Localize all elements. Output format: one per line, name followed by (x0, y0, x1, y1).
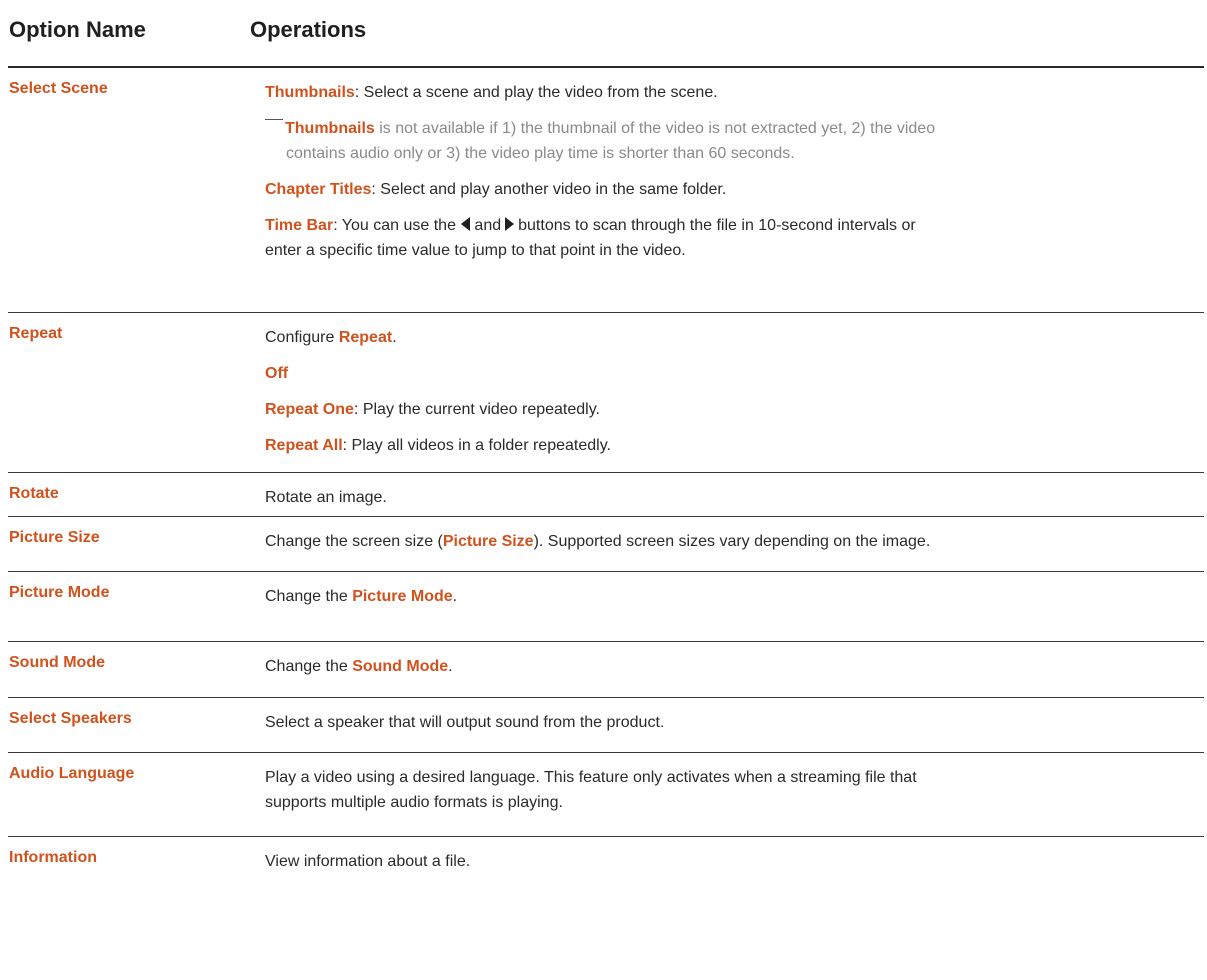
table-header: Option Name Operations (8, 0, 1204, 68)
chapter-titles-keyword: Chapter Titles (265, 181, 372, 198)
option-picture-size: Picture Size (9, 529, 100, 546)
operations-select-scene: Thumbnails: Select a scene and play the … (265, 80, 1170, 274)
left-arrow-icon (461, 217, 471, 231)
table-row-picture-mode: Picture Mode Change the Picture Mode. (8, 572, 1204, 642)
operations-repeat: Configure Repeat. Off Repeat One: Play t… (265, 325, 1170, 469)
table-row-information: Information View information about a fil… (8, 837, 1204, 892)
table-row-sound-mode: Sound Mode Change the Sound Mode. (8, 642, 1204, 698)
time-bar-line: Time Bar: You can use the and buttons to … (265, 213, 1170, 263)
sound-mode-keyword: Sound Mode (352, 658, 449, 675)
repeat-configure-end: . (392, 329, 397, 346)
note-keyword: Thumbnails (285, 120, 375, 137)
header-option-name: Option Name (9, 17, 146, 42)
note-text-line1: is not available if 1) the thumbnail of … (374, 120, 936, 137)
sound-mode-text1: Change the (265, 658, 353, 675)
picture-size-text1: Change the screen size ( (265, 533, 443, 550)
thumbnails-text: : Select a scene and play the video from… (354, 84, 718, 101)
option-audio-language: Audio Language (9, 765, 135, 782)
time-bar-text2: buttons to scan through the file in 10-s… (518, 217, 916, 234)
picture-size-keyword: Picture Size (442, 533, 534, 550)
picture-mode-text2: . (452, 588, 458, 605)
select-speakers-text: Select a speaker that will output sound … (265, 714, 665, 731)
repeat-one-text: : Play the current video repeatedly. (353, 401, 600, 418)
repeat-all-text: : Play all videos in a folder repeatedly… (342, 437, 611, 454)
option-select-scene: Select Scene (9, 80, 108, 97)
thumbnails-line: Thumbnails: Select a scene and play the … (265, 80, 1170, 105)
options-table: Option Name Operations Select Scene Thum… (8, 0, 1204, 892)
operations-rotate: Rotate an image. (265, 485, 1170, 510)
repeat-configure-keyword: Repeat (338, 329, 393, 346)
repeat-all-keyword: Repeat All (265, 437, 343, 454)
operations-sound-mode: Change the Sound Mode. (265, 654, 1170, 679)
repeat-off-line: Off (265, 361, 1170, 386)
note-dash-icon (265, 119, 283, 120)
operations-picture-size: Change the screen size (Picture Size). S… (265, 529, 1170, 554)
chapter-titles-line: Chapter Titles: Select and play another … (265, 177, 1170, 202)
operations-picture-mode: Change the Picture Mode. (265, 584, 1170, 609)
option-information: Information (9, 849, 97, 866)
right-arrow-icon (505, 217, 515, 231)
table-row-rotate: Rotate Rotate an image. (8, 473, 1204, 517)
time-bar-text1: : You can use the (333, 217, 456, 234)
repeat-one-keyword: Repeat One (265, 401, 354, 418)
operations-select-speakers: Select a speaker that will output sound … (265, 710, 1170, 735)
picture-mode-keyword: Picture Mode (352, 588, 453, 605)
sound-mode-text2: . (448, 658, 453, 675)
time-bar-keyword: Time Bar (265, 217, 334, 234)
repeat-one-line: Repeat One: Play the current video repea… (265, 397, 1170, 422)
thumbnails-note: Thumbnails is not available if 1) the th… (265, 116, 1170, 166)
chapter-titles-text: : Select and play another video in the s… (371, 181, 727, 198)
operations-information: View information about a file. (265, 849, 1170, 874)
picture-size-text2: ). Supported screen sizes vary depending… (533, 533, 931, 550)
picture-mode-text1: Change the (265, 588, 353, 605)
table-row-select-speakers: Select Speakers Select a speaker that wi… (8, 698, 1204, 753)
time-bar-line2: enter a specific time value to jump to t… (265, 242, 686, 259)
repeat-configure-text: Configure (265, 329, 339, 346)
repeat-off-keyword: Off (265, 365, 289, 382)
information-text: View information about a file. (265, 853, 471, 870)
option-rotate: Rotate (9, 485, 59, 502)
note-text-line2: contains audio only or 3) the video play… (286, 145, 795, 162)
option-select-speakers: Select Speakers (9, 710, 132, 727)
audio-language-line2: supports multiple audio formats is playi… (265, 794, 563, 811)
rotate-text: Rotate an image. (265, 489, 387, 506)
repeat-configure-line: Configure Repeat. (265, 325, 1170, 350)
repeat-all-line: Repeat All: Play all videos in a folder … (265, 433, 1170, 458)
table-row-repeat: Repeat Configure Repeat. Off Repeat One:… (8, 313, 1204, 473)
option-sound-mode: Sound Mode (9, 654, 105, 671)
table-row-select-scene: Select Scene Thumbnails: Select a scene … (8, 68, 1204, 313)
table-row-audio-language: Audio Language Play a video using a desi… (8, 753, 1204, 837)
thumbnails-keyword: Thumbnails (265, 84, 355, 101)
audio-language-line1: Play a video using a desired language. T… (265, 769, 917, 786)
operations-audio-language: Play a video using a desired language. T… (265, 765, 1170, 815)
option-repeat: Repeat (9, 325, 63, 342)
table-row-picture-size: Picture Size Change the screen size (Pic… (8, 517, 1204, 572)
option-picture-mode: Picture Mode (9, 584, 110, 601)
header-operations: Operations (250, 17, 367, 42)
time-bar-and: and (474, 217, 502, 234)
